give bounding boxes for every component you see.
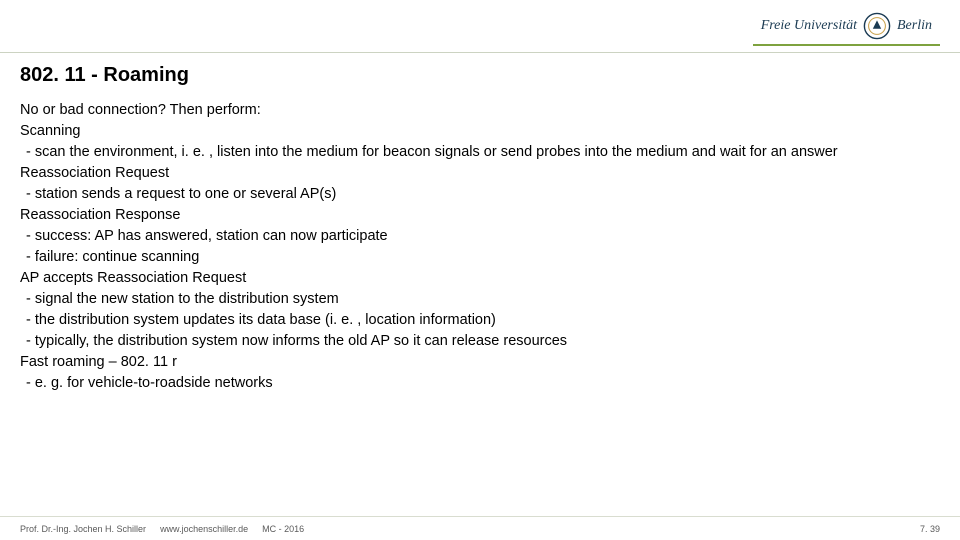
university-logo: Freie Universität Berlin	[753, 10, 940, 46]
section-heading: Reassociation Response	[20, 205, 940, 226]
bullet-item: scan the environment, i. e. , listen int…	[20, 142, 940, 163]
footer-course: MC - 2016	[262, 524, 304, 534]
section-heading: Scanning	[20, 121, 940, 142]
header-bar: Freie Universität Berlin	[0, 0, 960, 52]
intro-line: No or bad connection? Then perform:	[20, 100, 940, 121]
section-heading: Reassociation Request	[20, 163, 940, 184]
section-heading: Fast roaming – 802. 11 r	[20, 352, 940, 373]
bullet-item: success: AP has answered, station can no…	[20, 226, 940, 247]
bullet-item: e. g. for vehicle-to-roadside networks	[20, 373, 940, 394]
logo-text-left: Freie Universität	[761, 18, 857, 34]
footer-page-number: 7. 39	[920, 524, 940, 534]
bullet-item: station sends a request to one or severa…	[20, 184, 940, 205]
bullet-item: failure: continue scanning	[20, 247, 940, 268]
seal-icon	[863, 12, 891, 40]
logo-text-right: Berlin	[897, 18, 932, 34]
footer-author: Prof. Dr.-Ing. Jochen H. Schiller	[20, 524, 146, 534]
bullet-item: typically, the distribution system now i…	[20, 331, 940, 352]
header-rule	[0, 52, 960, 53]
bullet-item: signal the new station to the distributi…	[20, 289, 940, 310]
section-heading: AP accepts Reassociation Request	[20, 268, 940, 289]
bullet-item: the distribution system updates its data…	[20, 310, 940, 331]
footer-url: www.jochenschiller.de	[160, 524, 248, 534]
slide-footer: Prof. Dr.-Ing. Jochen H. Schiller www.jo…	[0, 516, 960, 540]
slide-body: No or bad connection? Then perform: Scan…	[20, 100, 940, 394]
slide-title: 802. 11 - Roaming	[20, 64, 189, 87]
